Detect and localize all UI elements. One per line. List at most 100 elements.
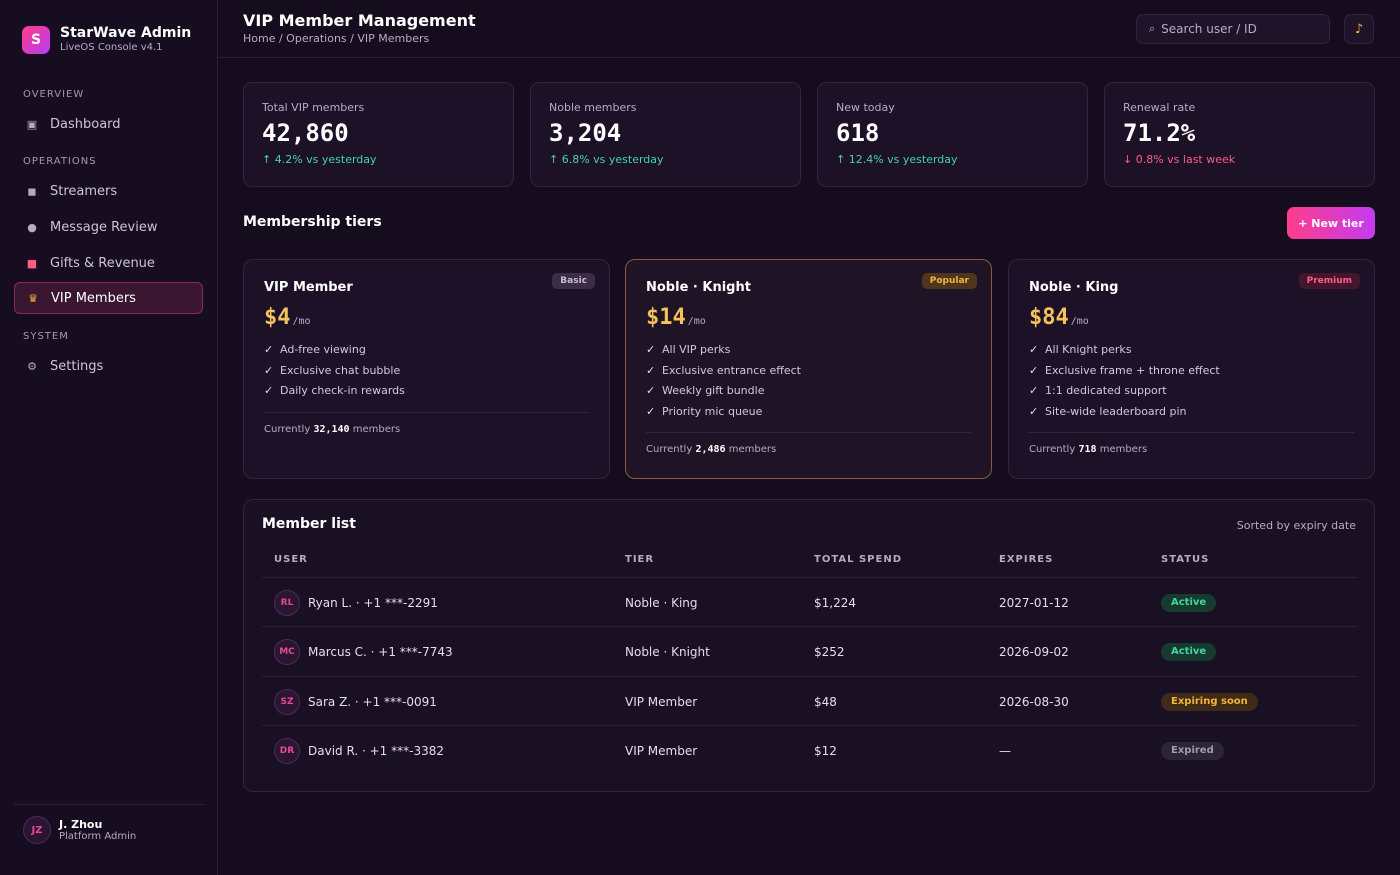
stat-delta: ↑ 12.4% vs yesterday: [836, 153, 958, 166]
tier-badge: Popular: [921, 273, 977, 289]
avatar: MC: [274, 638, 300, 665]
status-cell: Active: [1161, 627, 1217, 676]
sidebar-divider: [14, 804, 204, 805]
notification-button[interactable]: ♪: [1344, 14, 1374, 44]
tier-member-count: Currently 718 members: [1029, 444, 1148, 455]
status-cell: Expired: [1161, 726, 1224, 775]
perk-item: ✓ All Knight perks: [1029, 340, 1354, 361]
user-name: David R. · +1 ***-3382: [308, 743, 445, 758]
tier-price: $14: [646, 305, 686, 330]
stat-card-new-today: New today 618 ↑ 12.4% vs yesterday: [817, 82, 1088, 187]
status-badge: Active: [1161, 642, 1217, 661]
perk-item: ✓ Exclusive frame + throne effect: [1029, 361, 1354, 382]
sidebar-item-streamers[interactable]: ◼ Streamers: [14, 175, 203, 207]
status-badge: Expiring soon: [1161, 692, 1258, 711]
tier-card-king[interactable]: Premium Noble · King $84 /mo ✓ All Knight…: [1008, 259, 1375, 479]
stat-label: New today: [836, 101, 895, 114]
stat-value: 3,204: [549, 119, 622, 147]
column-header-total-spend[interactable]: TOTAL SPEND: [814, 554, 902, 565]
column-header-user[interactable]: USER: [274, 554, 308, 565]
tier-member-count: Currently 2,486 members: [646, 444, 777, 455]
user-name: J. Zhou: [59, 817, 103, 831]
perk-item: ✓ Site-wide leaderboard pin: [1029, 402, 1354, 423]
gift-icon: ■: [26, 256, 38, 270]
stat-delta: ↓ 0.8% vs last week: [1123, 153, 1236, 166]
stat-value: 42,860: [262, 119, 349, 147]
column-header-status[interactable]: STATUS: [1161, 554, 1209, 565]
status-cell: Expiring soon: [1161, 677, 1258, 726]
search-placeholder: Search user / ID: [1161, 22, 1257, 36]
user-cell: DR David R. · +1 ***-3382: [274, 726, 444, 775]
tier-divider: [1029, 432, 1354, 433]
avatar: JZ: [23, 816, 51, 844]
search-input[interactable]: ⌕ Search user / ID: [1136, 14, 1330, 44]
user-cell: MC Marcus C. · +1 ***-7743: [274, 627, 453, 676]
tier-badge: Premium: [1298, 273, 1360, 289]
table-row[interactable]: DR David R. · +1 ***-3382 VIP Member $12…: [262, 725, 1358, 775]
stat-delta: ↑ 4.2% vs yesterday: [262, 153, 377, 166]
stat-card-renewal-rate: Renewal rate 71.2% ↓ 0.8% vs last week: [1104, 82, 1375, 187]
check-icon: ✓: [1029, 343, 1039, 356]
brand-logo: S: [22, 25, 50, 54]
sidebar-item-vip-members[interactable]: ♛ VIP Members: [14, 282, 203, 314]
spend-cell: $252: [814, 644, 845, 659]
check-icon: ✓: [646, 343, 656, 356]
tier-member-count: Currently 32,140 members: [264, 423, 401, 435]
column-header-expires[interactable]: EXPIRES: [999, 554, 1053, 565]
tier-price: $84: [1029, 305, 1069, 330]
sidebar-item-settings[interactable]: ⚙ Settings: [14, 350, 203, 382]
gear-icon: ⚙: [27, 359, 37, 373]
stat-label: Total VIP members: [262, 101, 365, 114]
stat-label: Noble members: [549, 101, 637, 114]
section-title-tiers: Membership tiers: [243, 214, 382, 230]
avatar: DR: [274, 737, 300, 764]
perk-item: ✓ Daily check-in rewards: [264, 381, 589, 402]
new-tier-button[interactable]: + New tier: [1287, 207, 1375, 239]
nav-section-system: SYSTEM: [23, 331, 69, 342]
tier-badge: Basic: [552, 273, 595, 289]
tier-price-unit: /mo: [1070, 316, 1089, 327]
status-cell: Active: [1161, 578, 1217, 627]
check-icon: ✓: [646, 363, 656, 377]
sort-note[interactable]: Sorted by expiry date: [1237, 519, 1356, 532]
sidebar-item-message-review[interactable]: ● Message Review: [14, 211, 203, 243]
column-header-tier[interactable]: TIER: [625, 554, 654, 565]
expires-cell: 2026-08-30: [999, 694, 1069, 709]
sidebar-item-label: Message Review: [50, 219, 158, 235]
user-role: Platform Admin: [59, 830, 137, 842]
check-icon: ✓: [646, 404, 656, 418]
tier-card-knight[interactable]: Popular Noble · Knight $14 /mo ✓ All VIP …: [625, 259, 992, 479]
perk-item: ✓ Exclusive entrance effect: [646, 361, 971, 382]
sidebar-item-gifts-revenue[interactable]: ■ Gifts & Revenue: [14, 247, 203, 279]
current-user[interactable]: JZ J. Zhou Platform Admin: [23, 816, 136, 844]
check-icon: ✓: [1029, 363, 1039, 377]
tier-price: $4: [264, 305, 291, 330]
check-icon: ✓: [646, 384, 656, 397]
brand[interactable]: S StarWave Admin LiveOS Console v4.1: [22, 25, 191, 54]
perk-item: ✓ Exclusive chat bubble: [264, 361, 589, 382]
sidebar-item-dashboard[interactable]: ▣ Dashboard: [14, 108, 203, 140]
crown-icon: ♛: [28, 291, 38, 305]
perk-item: ✓ 1:1 dedicated support: [1029, 381, 1354, 402]
member-list-title: Member list: [262, 516, 356, 532]
sidebar-item-label: Streamers: [50, 183, 118, 199]
perk-list: ✓ Ad-free viewing ✓ Exclusive chat bubble …: [264, 340, 589, 402]
sidebar-item-label: Dashboard: [50, 116, 121, 132]
user-name: Marcus C. · +1 ***-7743: [308, 644, 453, 659]
table-row[interactable]: RL Ryan L. · +1 ***-2291 Noble · King $1…: [262, 577, 1358, 627]
search-icon: ⌕: [1149, 22, 1156, 35]
spend-cell: $48: [814, 694, 837, 709]
page-title: VIP Member Management: [243, 11, 476, 30]
table-row[interactable]: SZ Sara Z. · +1 ***-0091 VIP Member $48 …: [262, 676, 1358, 726]
avatar: RL: [274, 589, 300, 616]
check-icon: ✓: [1029, 404, 1039, 418]
table-row[interactable]: MC Marcus C. · +1 ***-7743 Noble · Knigh…: [262, 626, 1358, 676]
brand-version: LiveOS Console v4.1: [60, 42, 163, 53]
tier-card-vip[interactable]: Basic VIP Member $4 /mo ✓ Ad-free viewing…: [243, 259, 610, 479]
status-badge: Active: [1161, 593, 1217, 612]
sidebar-item-label: Settings: [50, 358, 104, 374]
user-name: Ryan L. · +1 ***-2291: [308, 595, 438, 610]
nav-section-overview: OVERVIEW: [23, 89, 85, 100]
status-badge: Expired: [1161, 741, 1224, 760]
spend-cell: $1,224: [814, 595, 856, 610]
